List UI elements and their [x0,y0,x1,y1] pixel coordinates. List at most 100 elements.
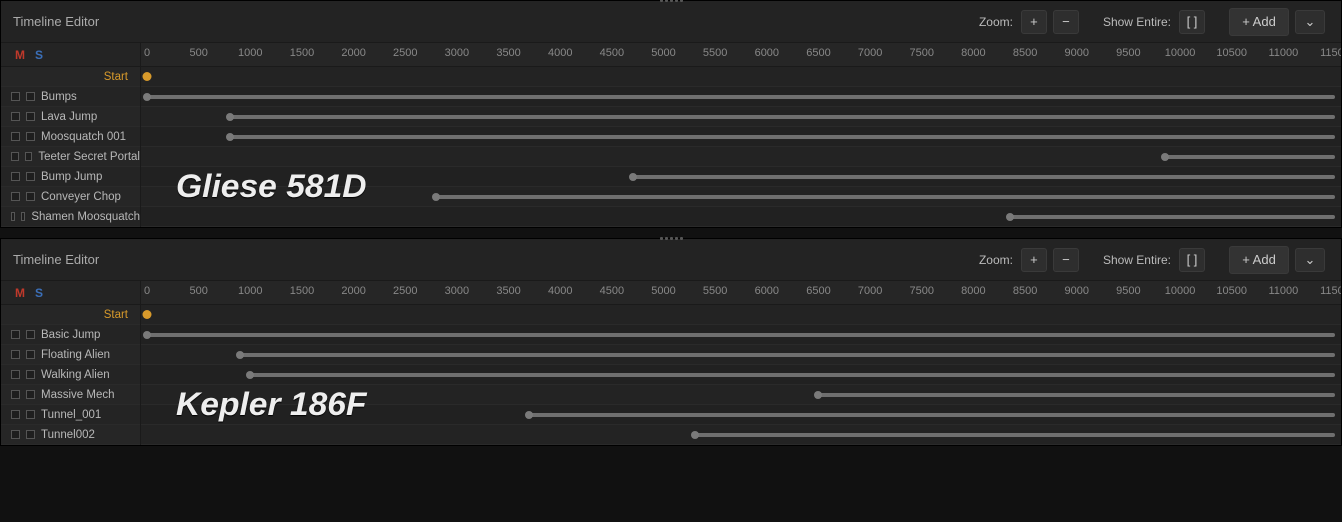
zoom-in-button[interactable]: + [1021,248,1047,272]
track-lane[interactable] [141,365,1341,385]
solo-checkbox[interactable] [21,212,25,221]
track-row[interactable]: Massive Mech [1,385,140,405]
mute-checkbox[interactable] [11,370,20,379]
ruler-tick: 1000 [238,285,262,297]
track-lane[interactable] [141,127,1341,147]
ruler-tick: 2500 [393,47,417,59]
mute-checkbox[interactable] [11,192,20,201]
panel-drag-handle[interactable] [659,237,683,241]
solo-checkbox[interactable] [26,132,35,141]
zoom-out-button[interactable]: − [1053,10,1079,34]
mute-checkbox[interactable] [11,92,20,101]
clip-bar[interactable] [529,413,1335,417]
start-marker[interactable] [143,72,152,81]
track-lane[interactable] [141,67,1341,87]
timeline-area[interactable]: 0500100015002000250030003500400045005000… [141,43,1341,227]
track-lane[interactable] [141,207,1341,227]
track-row[interactable]: Walking Alien [1,365,140,385]
solo-checkbox[interactable] [26,410,35,419]
timeline-ruler[interactable]: 0500100015002000250030003500400045005000… [141,281,1341,305]
solo-checkbox[interactable] [26,92,35,101]
clip-bar[interactable] [818,393,1335,397]
solo-checkbox[interactable] [26,192,35,201]
add-button[interactable]: + Add [1229,246,1289,274]
track-label: Moosquatch 001 [41,131,126,143]
track-label: Start [104,71,128,83]
mute-checkbox[interactable] [11,212,15,221]
solo-checkbox[interactable] [26,172,35,181]
track-label: Lava Jump [41,111,97,123]
mute-checkbox[interactable] [11,410,20,419]
track-label: Tunnel_001 [41,409,101,421]
zoom-out-button[interactable]: − [1053,248,1079,272]
track-row[interactable]: Basic Jump [1,325,140,345]
ruler-tick: 9500 [1116,47,1140,59]
timeline-area[interactable]: 0500100015002000250030003500400045005000… [141,281,1341,445]
mute-column-header: M [15,48,25,62]
solo-checkbox[interactable] [26,430,35,439]
track-label: Teeter Secret Portal [38,151,140,163]
mute-checkbox[interactable] [11,112,20,121]
clip-bar[interactable] [240,353,1335,357]
mute-checkbox[interactable] [11,390,20,399]
solo-checkbox[interactable] [26,370,35,379]
track-lane[interactable] [141,325,1341,345]
show-entire-button[interactable]: [ ] [1179,10,1205,34]
start-marker[interactable] [143,310,152,319]
show-entire-button[interactable]: [ ] [1179,248,1205,272]
clip-bar[interactable] [147,333,1335,337]
clip-bar[interactable] [230,135,1335,139]
track-row[interactable]: Teeter Secret Portal [1,147,140,167]
ruler-tick: 8000 [961,47,985,59]
ruler-tick: 9000 [1064,285,1088,297]
clip-bar[interactable] [147,95,1335,99]
solo-checkbox[interactable] [26,350,35,359]
track-row[interactable]: Floating Alien [1,345,140,365]
track-lane[interactable] [141,405,1341,425]
mute-checkbox[interactable] [11,172,20,181]
clip-bar[interactable] [633,175,1335,179]
solo-checkbox[interactable] [25,152,33,161]
clip-bar[interactable] [695,433,1335,437]
track-row[interactable]: Tunnel002 [1,425,140,445]
track-row[interactable]: Shamen Moosquatch [1,207,140,227]
mute-checkbox[interactable] [11,132,20,141]
track-row[interactable]: Moosquatch 001 [1,127,140,147]
mute-checkbox[interactable] [11,330,20,339]
panel-drag-handle[interactable] [659,0,683,3]
clip-bar[interactable] [436,195,1335,199]
add-dropdown-button[interactable]: ⌄ [1295,10,1325,34]
track-lane[interactable] [141,425,1341,445]
ruler-tick: 3500 [496,285,520,297]
clip-bar[interactable] [1165,155,1335,159]
add-dropdown-button[interactable]: ⌄ [1295,248,1325,272]
track-lane[interactable] [141,87,1341,107]
clip-bar[interactable] [230,115,1335,119]
clip-bar[interactable] [250,373,1335,377]
zoom-in-button[interactable]: + [1021,10,1047,34]
solo-checkbox[interactable] [26,390,35,399]
track-row[interactable]: Bump Jump [1,167,140,187]
track-row[interactable]: Conveyer Chop [1,187,140,207]
track-row[interactable]: Bumps [1,87,140,107]
track-lane[interactable] [141,147,1341,167]
track-lane[interactable] [141,345,1341,365]
timeline-ruler[interactable]: 0500100015002000250030003500400045005000… [141,43,1341,67]
track-row[interactable]: Lava Jump [1,107,140,127]
track-lane[interactable] [141,385,1341,405]
track-lane[interactable] [141,167,1341,187]
solo-checkbox[interactable] [26,330,35,339]
track-start-row[interactable]: Start [1,67,140,87]
track-row[interactable]: Tunnel_001 [1,405,140,425]
track-lane[interactable] [141,107,1341,127]
track-lane[interactable] [141,187,1341,207]
track-start-row[interactable]: Start [1,305,140,325]
clip-bar[interactable] [1010,215,1335,219]
track-lane[interactable] [141,305,1341,325]
mute-checkbox[interactable] [11,350,20,359]
mute-checkbox[interactable] [11,430,20,439]
mute-checkbox[interactable] [11,152,19,161]
track-label: Start [104,309,128,321]
add-button[interactable]: + Add [1229,8,1289,36]
solo-checkbox[interactable] [26,112,35,121]
